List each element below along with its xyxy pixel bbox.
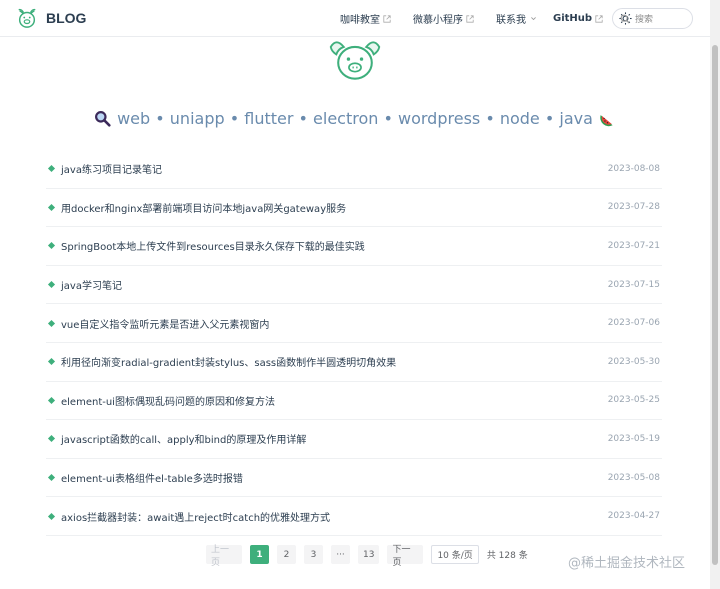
page-button-3[interactable]: 3 <box>304 545 323 564</box>
magnifier-icon <box>95 111 111 127</box>
diamond-bullet-icon <box>47 319 56 327</box>
post-date: 2023-07-15 <box>607 279 660 290</box>
scrollbar-thumb[interactable] <box>712 45 718 565</box>
post-date: 2023-05-25 <box>607 395 660 406</box>
nav-link-label: 微慕小程序 <box>413 15 463 26</box>
nav-link-miniprogram[interactable]: 微慕小程序 <box>413 11 474 26</box>
chevron-down-icon <box>531 17 536 21</box>
post-item[interactable]: element-ui图标偶现乱码问题的原因和修复方法 2023-05-25 <box>46 382 662 421</box>
post-item[interactable]: javascript函数的call、apply和bind的原理及作用详解 2023… <box>46 420 662 459</box>
hero-tagline: web • uniapp • flutter • electron • word… <box>0 109 710 128</box>
watermelon-icon <box>600 115 613 127</box>
search-input[interactable]: 搜索 <box>612 8 693 29</box>
pig-hero-icon <box>329 41 381 80</box>
brand-title: BLOG <box>46 10 87 26</box>
post-title[interactable]: java练习项目记录笔记 <box>61 161 162 176</box>
post-date: 2023-04-27 <box>607 511 660 522</box>
post-title[interactable]: axios拦截器封装：await遇上reject时catch的优雅处理方式 <box>61 509 330 524</box>
page-size-select[interactable]: 10 条/页 <box>431 545 479 564</box>
post-date: 2023-07-06 <box>607 318 660 329</box>
pig-logo-icon <box>18 8 36 28</box>
post-title[interactable]: javascript函数的call、apply和bind的原理及作用详解 <box>61 431 306 446</box>
post-title[interactable]: 利用径向渐变radial-gradient封装stylus、sass函数制作半圆… <box>61 354 396 369</box>
post-date: 2023-07-28 <box>607 202 660 213</box>
page-button-1[interactable]: 1 <box>250 545 269 564</box>
search-icon <box>620 14 630 24</box>
page-size-label: 10 条/页 <box>437 551 473 561</box>
post-title[interactable]: java学习笔记 <box>61 277 122 292</box>
search-placeholder: 搜索 <box>635 15 654 25</box>
post-item[interactable]: axios拦截器封装：await遇上reject时catch的优雅处理方式 202… <box>46 497 662 536</box>
diamond-bullet-icon <box>47 396 56 404</box>
watermark-text: @稀土掘金技术社区 <box>568 556 686 571</box>
post-item[interactable]: java学习笔记 2023-07-15 <box>46 266 662 305</box>
external-link-icon <box>383 14 391 23</box>
diamond-bullet-icon <box>47 474 56 482</box>
nav-link-contact[interactable]: 联系我 <box>496 11 537 26</box>
post-item[interactable]: SpringBoot本地上传文件到resources目录永久保存下载的最佳实践 2… <box>46 227 662 266</box>
diamond-bullet-icon <box>47 281 56 289</box>
external-link-icon <box>466 14 474 23</box>
nav-link-label: GitHub <box>553 13 593 24</box>
post-list: java练习项目记录笔记 2023-08-08 用docker和nginx部署前端… <box>46 150 662 536</box>
diamond-bullet-icon <box>47 512 56 520</box>
post-date: 2023-05-30 <box>607 356 660 367</box>
post-title[interactable]: element-ui图标偶现乱码问题的原因和修复方法 <box>61 393 275 408</box>
nav-links: 咖啡教室 微慕小程序 联系我 GitHub <box>340 0 632 37</box>
post-item[interactable]: java练习项目记录笔记 2023-08-08 <box>46 150 662 189</box>
page-button-2[interactable]: 2 <box>277 545 296 564</box>
post-date: 2023-05-08 <box>607 472 660 483</box>
brand-link[interactable]: BLOG <box>16 7 86 29</box>
nav-link-coffee[interactable]: 咖啡教室 <box>340 11 391 26</box>
navbar: BLOG 咖啡教室 微慕小程序 联系我 GitHub 搜索 <box>0 0 710 37</box>
post-item[interactable]: element-ui表格组件el-table多选时报错 2023-05-08 <box>46 459 662 498</box>
diamond-bullet-icon <box>47 203 56 211</box>
prev-page-button[interactable]: 上一页 <box>206 545 242 568</box>
diamond-bullet-icon <box>47 358 56 366</box>
post-item[interactable]: 用docker和nginx部署前端项目访问本地java网关gateway服务 20… <box>46 189 662 228</box>
external-link-icon <box>595 14 603 23</box>
post-item[interactable]: vue自定义指令监听元素是否进入父元素视窗内 2023-07-06 <box>46 304 662 343</box>
total-count: 共 128 条 <box>486 551 528 561</box>
post-title[interactable]: element-ui表格组件el-table多选时报错 <box>61 470 243 485</box>
post-item[interactable]: 利用径向渐变radial-gradient封装stylus、sass函数制作半圆… <box>46 343 662 382</box>
nav-link-github[interactable]: GitHub <box>553 13 603 24</box>
diamond-bullet-icon <box>47 242 56 250</box>
page-button-13[interactable]: 13 <box>358 545 380 564</box>
diamond-bullet-icon <box>47 435 56 443</box>
next-page-button[interactable]: 下一页 <box>387 545 424 568</box>
nav-link-label: 联系我 <box>496 15 526 26</box>
hero-tagline-text: web • uniapp • flutter • electron • word… <box>117 109 593 128</box>
post-title[interactable]: SpringBoot本地上传文件到resources目录永久保存下载的最佳实践 <box>61 238 365 253</box>
more-pages-button[interactable]: ··· <box>331 545 350 564</box>
diamond-bullet-icon <box>47 165 56 173</box>
post-title[interactable]: 用docker和nginx部署前端项目访问本地java网关gateway服务 <box>61 200 346 215</box>
post-title[interactable]: vue自定义指令监听元素是否进入父元素视窗内 <box>61 316 269 331</box>
post-date: 2023-07-21 <box>607 240 660 251</box>
nav-link-label: 咖啡教室 <box>340 15 380 26</box>
page-scrollbar[interactable] <box>710 0 720 589</box>
post-date: 2023-05-19 <box>607 433 660 444</box>
pagination: 上一页 1 2 3 ··· 13 下一页 10 条/页 共 128 条 <box>206 545 528 568</box>
post-date: 2023-08-08 <box>607 163 660 174</box>
